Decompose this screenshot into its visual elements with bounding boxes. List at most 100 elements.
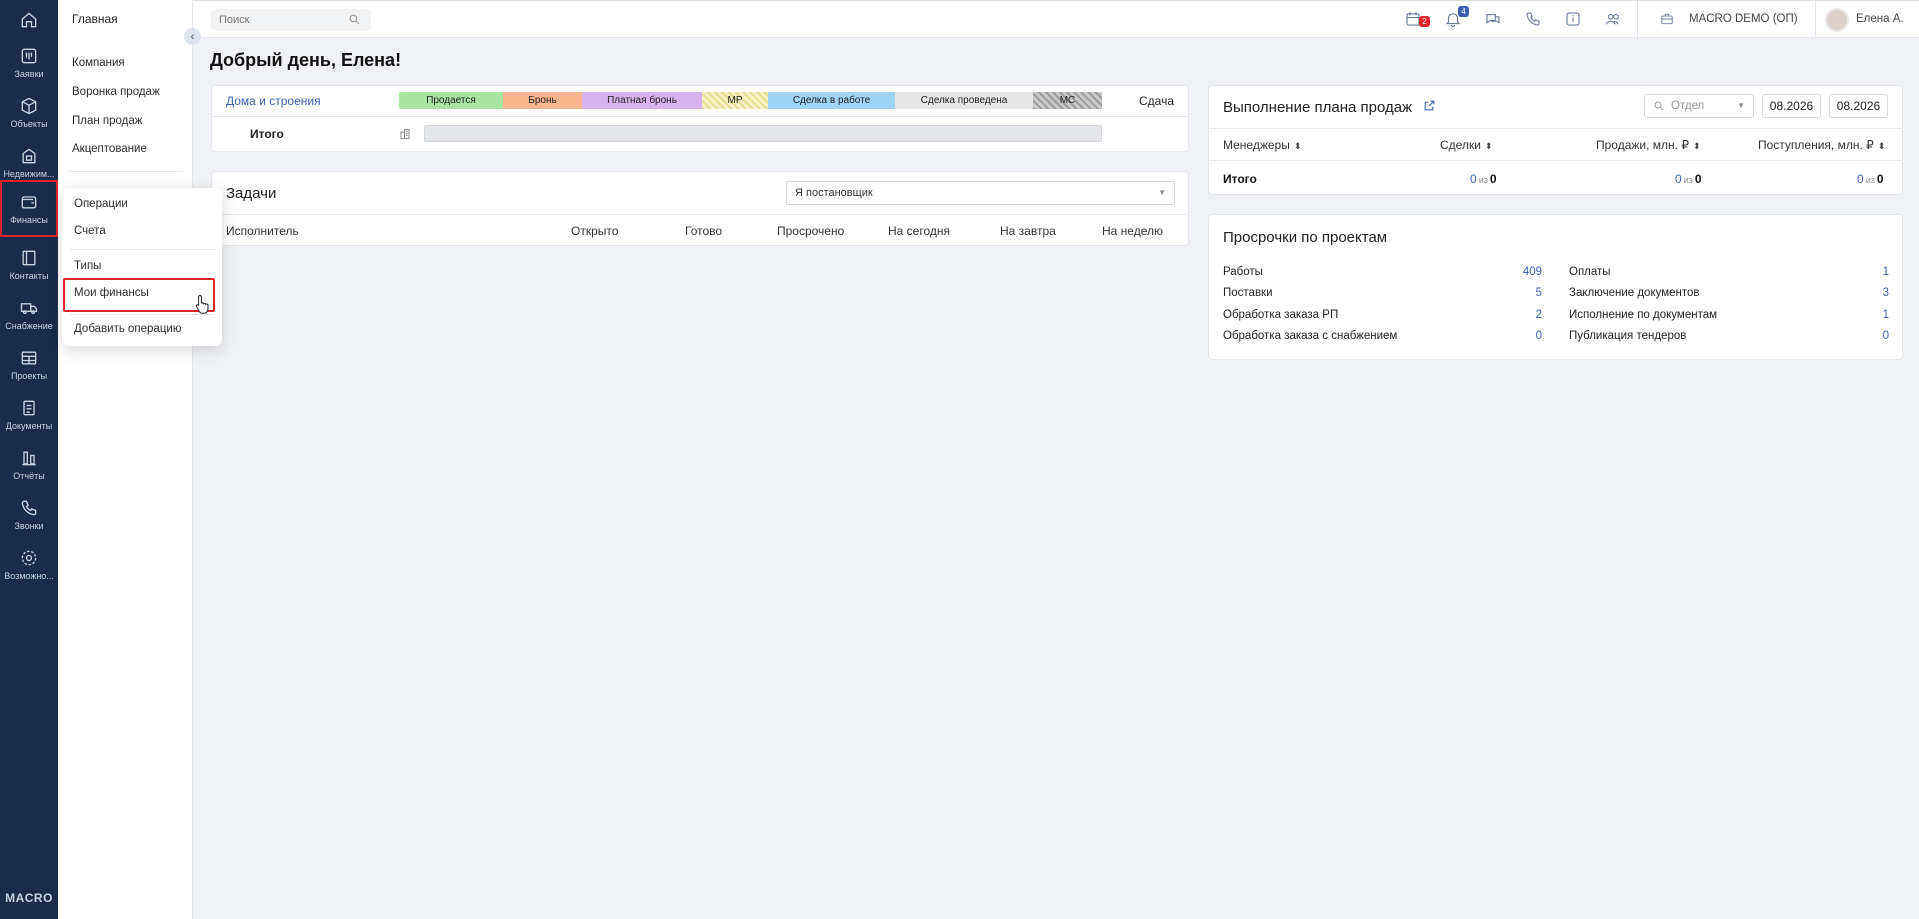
rail-finance[interactable]: Финансы (0, 180, 58, 237)
overdue-value[interactable]: 0 (1502, 330, 1542, 342)
sales-plan-title: Выполнение плана продаж (1223, 99, 1413, 116)
col-deals[interactable]: Сделки ⬍ (1440, 138, 1492, 152)
rail-reports[interactable]: Отчёты (0, 440, 58, 488)
col-tomorrow[interactable]: На завтра (1000, 224, 1056, 238)
highlight-box (63, 278, 215, 312)
sort-icon: ⬍ (1484, 141, 1493, 151)
rail-calls[interactable]: Звонки (0, 490, 58, 538)
realty-icon (22, 148, 36, 163)
tasks-title: Задачи (226, 185, 277, 202)
houses-link[interactable]: Дома и строения (226, 94, 321, 108)
col-today[interactable]: На сегодня (888, 224, 950, 238)
user-name[interactable]: Елена А. (1856, 13, 1904, 25)
receipts-actual: 0 (1857, 172, 1864, 186)
truck-icon (20, 302, 38, 314)
col-overdue[interactable]: Просрочено (777, 224, 844, 238)
col-deals-label: Сделки (1440, 138, 1481, 152)
overdue-value[interactable]: 0 (1849, 330, 1889, 342)
calendar-button[interactable]: 2 (1404, 10, 1430, 30)
date-to[interactable]: 08.2026 (1829, 94, 1888, 118)
sidebar-item-company[interactable]: Компания (72, 57, 125, 69)
plan-total-receipts: 0 из 0 (1857, 172, 1884, 186)
tasks-filter-select[interactable]: Я постановщик ▼ (786, 181, 1175, 205)
rail-supply[interactable]: Снабжение (0, 290, 58, 338)
rail-label: Возможно... (4, 570, 54, 581)
submenu-types[interactable]: Типы (74, 260, 101, 272)
overdue-label: Оплаты (1569, 266, 1611, 278)
overdue-value[interactable]: 1 (1849, 266, 1889, 278)
project-overdue-card: Просрочки по проектам Работы 409 Поставк… (1208, 214, 1903, 360)
rail-requests[interactable]: Заявки (0, 38, 58, 86)
overdue-value[interactable]: 5 (1502, 287, 1542, 299)
overdue-value[interactable]: 409 (1502, 266, 1542, 278)
external-link-icon[interactable] (1423, 99, 1436, 112)
users-button[interactable] (1604, 10, 1624, 30)
rail-label: Контакты (9, 270, 49, 281)
rail-documents[interactable]: Документы (0, 390, 58, 438)
rail-label: Снабжение (5, 320, 53, 331)
col-receipts[interactable]: Поступления, млн. ₽ ⬍ (1758, 138, 1885, 152)
overdue-value[interactable]: 1 (1849, 309, 1889, 321)
notifications-badge: 4 (1458, 6, 1469, 17)
houses-total-label: Итого (250, 127, 284, 141)
col-sales[interactable]: Продажи, млн. ₽ ⬍ (1596, 138, 1701, 152)
overdue-label: Публикация тендеров (1569, 330, 1687, 342)
overdue-label: Заключение документов (1569, 287, 1700, 299)
rail-features[interactable]: Возможно... (0, 540, 58, 588)
legend-ms: МС (1033, 92, 1102, 109)
of-label: из (1683, 175, 1693, 185)
sales-plan-card: Выполнение плана продаж Отдел ▼ 08.2026 … (1208, 85, 1903, 195)
col-open[interactable]: Открыто (571, 224, 618, 238)
home-icon (21, 12, 37, 28)
documents-icon (23, 400, 35, 415)
col-done[interactable]: Готово (685, 224, 722, 238)
info-button[interactable] (1564, 10, 1584, 30)
of-label: из (1478, 175, 1488, 185)
chat-button[interactable] (1484, 10, 1504, 30)
rail-projects[interactable]: Проекты (0, 340, 58, 388)
sidebar-item-sales-funnel[interactable]: Воронка продаж (72, 86, 160, 98)
notifications-button[interactable]: 4 (1444, 6, 1469, 30)
plan-total-sales: 0 из 0 (1675, 172, 1702, 186)
search-input[interactable] (211, 9, 371, 31)
department-select[interactable]: Отдел ▼ (1644, 94, 1754, 118)
brand-logo: MACRO (5, 891, 53, 905)
status-legend: Продается Бронь Платная бронь МР Сделка … (399, 92, 1102, 109)
col-week[interactable]: На неделю (1102, 224, 1163, 238)
col-managers[interactable]: Менеджеры ⬍ (1223, 138, 1301, 152)
sales-actual: 0 (1675, 172, 1682, 186)
calls-button[interactable] (1524, 10, 1544, 30)
sidebar-heading[interactable]: Главная (72, 12, 118, 26)
date-from[interactable]: 08.2026 (1762, 94, 1821, 118)
divider (1209, 160, 1902, 161)
overdue-value[interactable]: 2 (1502, 309, 1542, 321)
phone-icon (21, 500, 37, 515)
col-receipts-label: Поступления, млн. ₽ (1758, 138, 1874, 152)
company-selector[interactable]: MACRO DEMO (ОП) (1689, 13, 1798, 25)
col-assignee[interactable]: Исполнитель (226, 224, 299, 238)
collapse-sidebar-button[interactable]: ‹ (184, 28, 201, 45)
avatar[interactable] (1825, 8, 1849, 32)
submenu-add-operation[interactable]: Добавить операцию (74, 323, 181, 335)
topbar-divider (1815, 1, 1816, 39)
deals-plan: 0 (1489, 172, 1497, 186)
chevron-down-icon: ▼ (1737, 101, 1745, 110)
top-bar: 2 4 MACRO DEMO (ОП) Елена А. (193, 0, 1919, 39)
submenu-operations[interactable]: Операции (74, 198, 128, 210)
rail-objects[interactable]: Объекты (0, 88, 58, 136)
submenu-invoices[interactable]: Счета (74, 225, 106, 237)
rail-realty[interactable]: Недвижим... (0, 138, 58, 186)
tasks-card: Задачи Я постановщик ▼ Исполнитель Откры… (211, 171, 1189, 246)
delivery-column-label: Сдача (1138, 94, 1174, 108)
sidebar-item-sales-plan[interactable]: План продаж (72, 115, 142, 127)
secondary-sidebar: Главная Компания Воронка продаж План про… (58, 0, 193, 919)
wallet-icon (21, 196, 37, 209)
legend-deal-in-progress: Сделка в работе (768, 92, 895, 109)
gear-icon (21, 550, 37, 565)
sidebar-item-acceptance[interactable]: Акцептование (72, 143, 147, 155)
chevron-down-icon: ▼ (1158, 188, 1166, 197)
requests-icon (21, 48, 37, 63)
sort-icon: ⬍ (1293, 141, 1302, 151)
rail-contacts[interactable]: Контакты (0, 240, 58, 288)
overdue-value[interactable]: 3 (1849, 287, 1889, 299)
